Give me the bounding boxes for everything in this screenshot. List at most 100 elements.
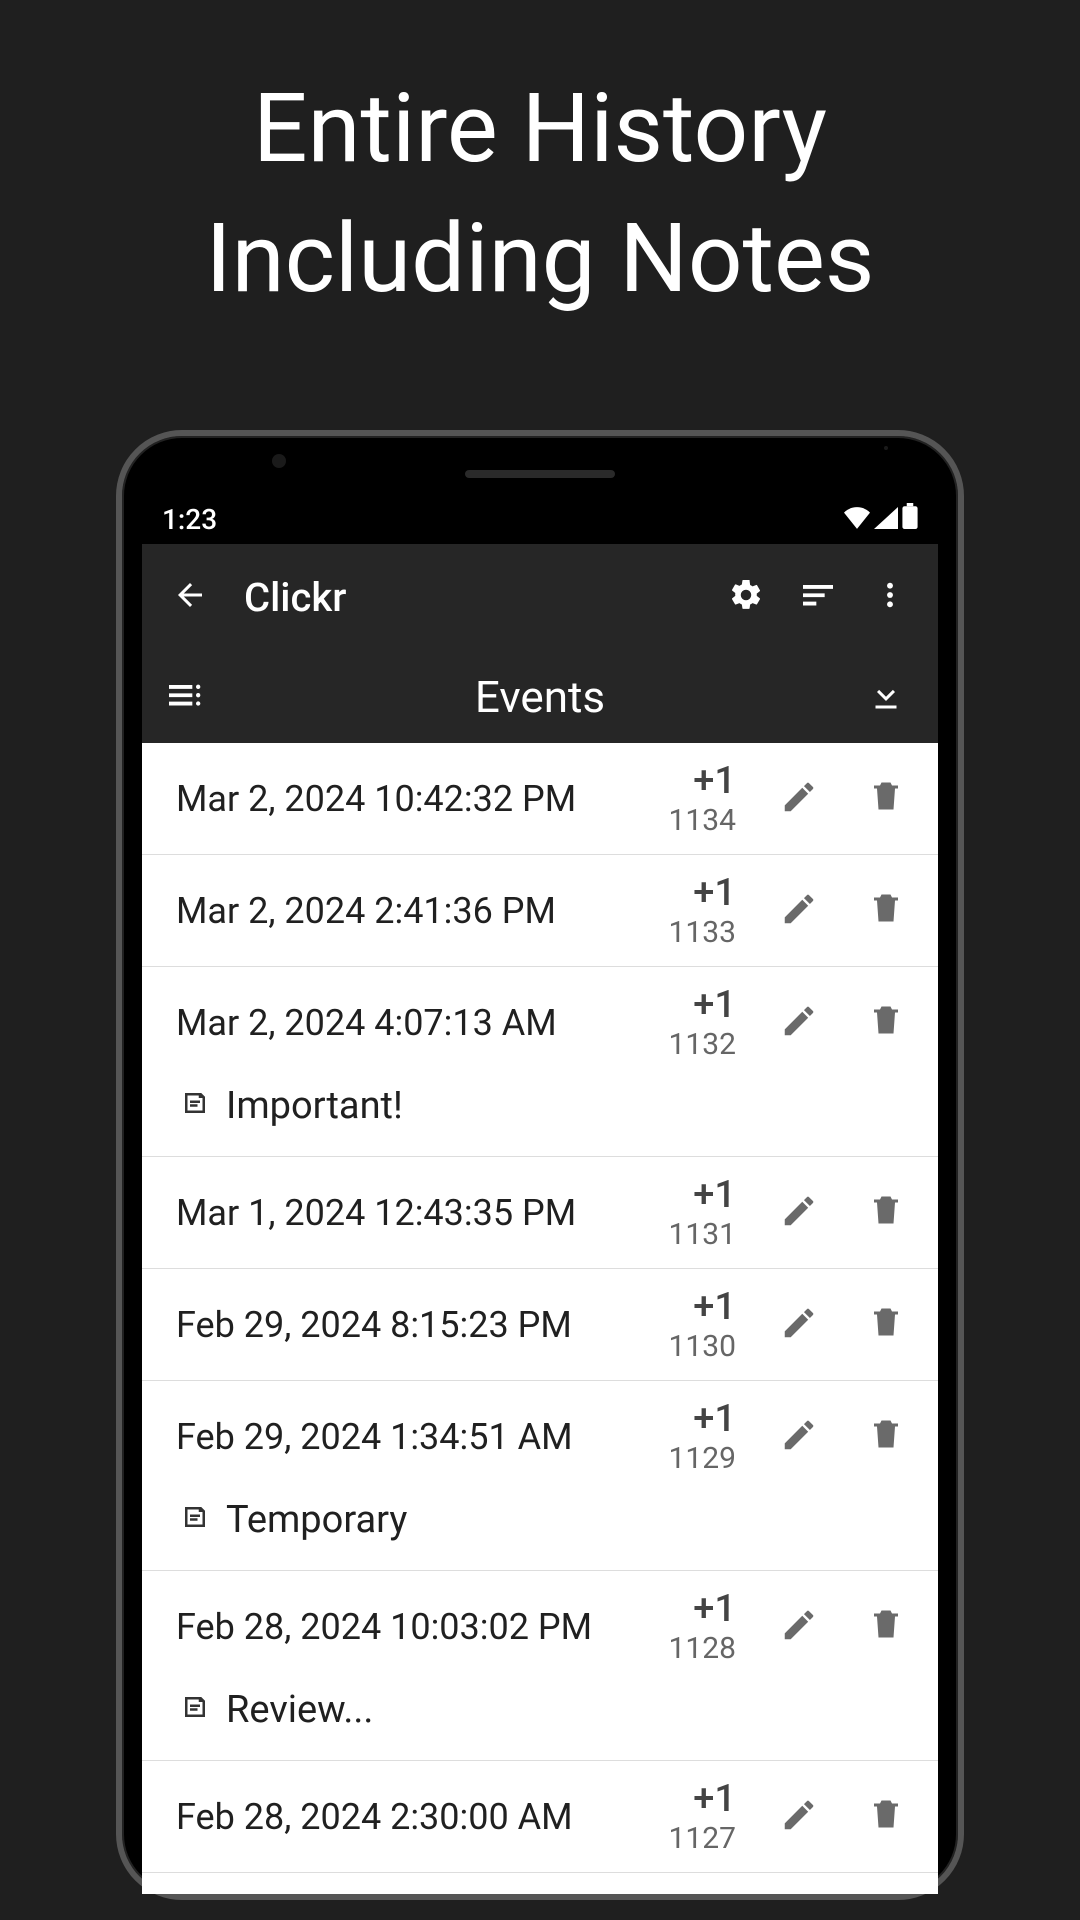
trash-icon [868, 890, 904, 930]
event-note: Review... [176, 1682, 904, 1760]
event-row[interactable]: Feb 29, 2024 8:15:23 PM+11130 [142, 1269, 938, 1381]
event-date: Feb 28, 2024 2:30:00 AM [176, 1796, 656, 1838]
event-counter: +1 1131 [656, 1176, 736, 1250]
delete-button[interactable] [868, 778, 904, 820]
status-time: 1:23 [162, 503, 217, 536]
phone-screen: 1:23 Clickr [142, 494, 938, 1894]
event-increment: +1 [656, 986, 736, 1024]
list-toc-button[interactable] [164, 675, 212, 719]
delete-button[interactable] [868, 1304, 904, 1346]
event-counter: +1 1133 [656, 874, 736, 948]
phone-frame: 1:23 Clickr [116, 430, 964, 1900]
event-count: 1129 [656, 1444, 736, 1474]
android-nav-indicator [450, 1876, 630, 1882]
note-icon [180, 1688, 210, 1732]
event-increment: +1 [656, 1288, 736, 1326]
delete-button[interactable] [868, 1416, 904, 1458]
back-button[interactable] [154, 561, 226, 633]
sort-icon [798, 575, 838, 619]
event-date: Mar 2, 2024 2:41:36 PM [176, 890, 656, 932]
edit-button[interactable] [780, 1192, 818, 1234]
event-increment: +1 [656, 1780, 736, 1818]
event-increment: +1 [656, 1590, 736, 1628]
pencil-icon [780, 890, 818, 932]
toc-icon [164, 675, 204, 719]
pencil-icon [780, 1606, 818, 1648]
download-icon [868, 677, 904, 717]
note-icon [180, 1498, 210, 1542]
promo-heading: Entire History Including Notes [0, 0, 1080, 324]
event-row[interactable]: Feb 29, 2024 1:34:51 AM+1 1129 Temporary [142, 1381, 938, 1571]
phone-camera-dot [272, 454, 286, 468]
event-count: 1131 [656, 1220, 736, 1250]
phone-proximity-dot [884, 446, 888, 450]
event-count: 1127 [656, 1824, 736, 1854]
edit-button[interactable] [780, 1796, 818, 1838]
event-counter: +1 1134 [656, 762, 736, 836]
gear-icon [728, 577, 764, 617]
event-count: 1132 [656, 1030, 736, 1060]
event-row[interactable]: Feb 28, 2024 10:03:02 PM+11128Review... [142, 1571, 938, 1761]
event-increment: +1 [656, 762, 736, 800]
trash-icon [868, 1192, 904, 1232]
pencil-icon [780, 1304, 818, 1346]
events-toolbar: Events [142, 650, 938, 743]
wifi-icon [844, 503, 870, 536]
event-increment: +1 [656, 874, 736, 912]
trash-icon [868, 1416, 904, 1456]
arrow-left-icon [172, 577, 208, 617]
sort-button[interactable] [782, 561, 854, 633]
toolbar-title: Events [212, 671, 868, 723]
edit-button[interactable] [780, 1416, 818, 1458]
events-list[interactable]: Mar 2, 2024 10:42:32 PM+11134Mar 2, 2024… [142, 743, 938, 1894]
event-increment: +1 [656, 1176, 736, 1214]
delete-button[interactable] [868, 1606, 904, 1648]
phone-speaker [465, 470, 615, 478]
edit-button[interactable] [780, 890, 818, 932]
battery-icon [902, 503, 918, 536]
event-row[interactable]: Feb 28, 2024 2:30:00 AM+1 1127 [142, 1761, 938, 1873]
event-note-text: Temporary [226, 1498, 407, 1542]
event-counter: +1 1127 [656, 1780, 736, 1854]
app-bar: Clickr [142, 544, 938, 650]
more-vert-icon [874, 579, 906, 615]
delete-button[interactable] [868, 1192, 904, 1234]
pencil-icon [780, 1002, 818, 1044]
event-date: Mar 2, 2024 10:42:32 PM [176, 778, 656, 820]
edit-button[interactable] [780, 1304, 818, 1346]
delete-button[interactable] [868, 890, 904, 932]
overflow-menu-button[interactable] [854, 561, 926, 633]
pencil-icon [780, 1796, 818, 1838]
promo-line1: Entire History [0, 65, 1080, 195]
edit-button[interactable] [780, 1002, 818, 1044]
trash-icon [868, 778, 904, 818]
event-row[interactable]: Mar 2, 2024 2:41:36 PM+1 1133 [142, 855, 938, 967]
event-row[interactable]: Mar 2, 2024 4:07:13 AM+1 1132 Important! [142, 967, 938, 1157]
delete-button[interactable] [868, 1796, 904, 1838]
event-note-text: Important! [226, 1084, 403, 1128]
event-date: Feb 29, 2024 1:34:51 AM [176, 1416, 656, 1458]
event-counter: +1 1130 [656, 1288, 736, 1362]
event-date: Feb 28, 2024 10:03:02 PM [176, 1606, 656, 1648]
edit-button[interactable] [780, 1606, 818, 1648]
pencil-icon [780, 778, 818, 820]
pencil-icon [780, 1416, 818, 1458]
event-increment: +1 [656, 1400, 736, 1438]
event-date: Mar 2, 2024 4:07:13 AM [176, 1002, 656, 1044]
edit-button[interactable] [780, 778, 818, 820]
event-counter: +1 1129 [656, 1400, 736, 1474]
signal-icon [874, 503, 898, 536]
event-counter: +1 1132 [656, 986, 736, 1060]
app-title: Clickr [244, 574, 710, 621]
settings-button[interactable] [710, 561, 782, 633]
event-note: Temporary [176, 1492, 904, 1570]
download-button[interactable] [868, 677, 916, 717]
trash-icon [868, 1304, 904, 1344]
event-count: 1134 [656, 806, 736, 836]
event-count: 1130 [656, 1332, 736, 1362]
delete-button[interactable] [868, 1002, 904, 1044]
trash-icon [868, 1606, 904, 1646]
event-row[interactable]: Mar 1, 2024 12:43:35 PM+11131 [142, 1157, 938, 1269]
event-row[interactable]: Mar 2, 2024 10:42:32 PM+1 1134 [142, 743, 938, 855]
event-count: 1133 [656, 918, 736, 948]
